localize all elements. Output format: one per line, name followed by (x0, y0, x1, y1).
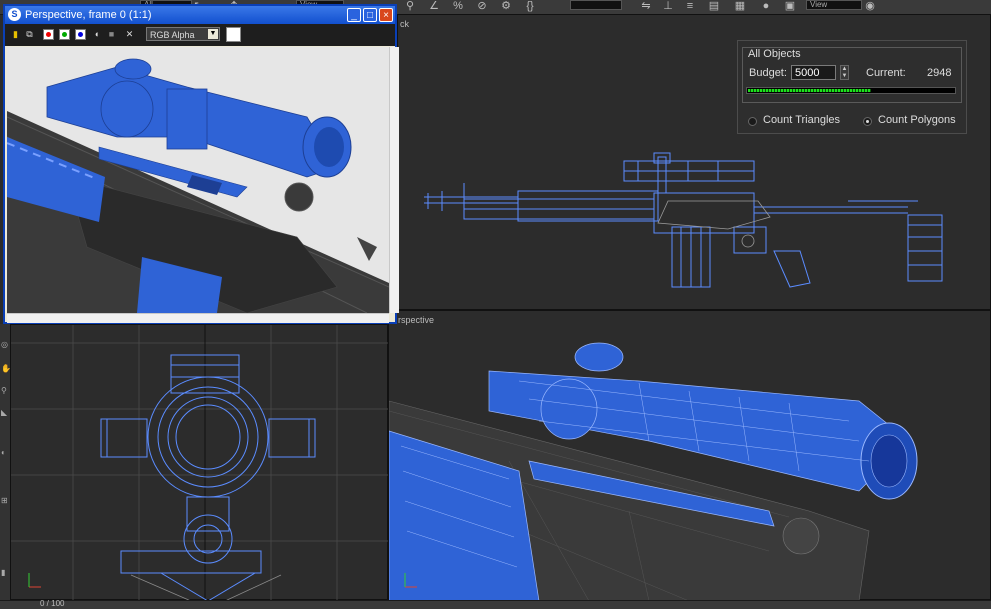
scope-wireframe-front (11, 325, 389, 601)
time-slider-readout[interactable]: 0 / 100 (40, 599, 64, 608)
polygon-counter-panel: All Objects Budget: 5000 ▲ ▼ Current: 294… (737, 40, 967, 134)
curve-editor-icon[interactable]: ▤ (706, 0, 722, 12)
clear-icon[interactable]: ✕ (124, 29, 135, 40)
pan-icon[interactable]: ✋ (1, 364, 11, 374)
color-swatch[interactable] (226, 27, 241, 42)
render-view-dropdown[interactable]: View (806, 0, 862, 10)
count-polygons-label[interactable]: Count Polygons (878, 114, 956, 126)
align-icon[interactable]: ⊥ (660, 0, 676, 12)
viewport-front[interactable] (10, 324, 389, 601)
chevron-down-icon[interactable]: ▼ (208, 29, 218, 39)
polygon-budget-fill (748, 89, 871, 92)
3ds-max-icon: S (8, 8, 21, 21)
render-icon[interactable]: ◉ (862, 0, 878, 12)
channel-value: RGB Alpha (150, 30, 195, 40)
blue-channel-icon[interactable] (75, 29, 86, 40)
clone-icon[interactable]: ⧉ (24, 29, 35, 40)
window-titlebar[interactable]: S Perspective, frame 0 (1:1) _ □ × (5, 6, 395, 24)
polygon-budget-bar (746, 87, 956, 94)
window-title: Perspective, frame 0 (1:1) (25, 9, 152, 21)
left-command-strip: ◎ ✋ ⚲ ◣ ◐ ⊞ ▮ (0, 324, 11, 608)
material-editor-icon[interactable]: ● (758, 0, 774, 12)
rifle-shaded-perspective (389, 342, 918, 601)
rendered-frame-window[interactable]: S Perspective, frame 0 (1:1) _ □ × ▮ ⧉ ◐… (3, 4, 399, 324)
schematic-view-icon[interactable]: ▦ (732, 0, 748, 12)
maximize-button[interactable]: □ (363, 8, 377, 22)
count-polygons-radio[interactable] (863, 117, 872, 126)
orbit-icon[interactable]: ◎ (1, 340, 9, 350)
red-channel-icon[interactable] (43, 29, 54, 40)
count-triangles-radio[interactable] (748, 117, 757, 126)
horizontal-scrollbar[interactable] (7, 313, 389, 323)
rifle-render-closeup (7, 47, 389, 313)
curly-brace-icon[interactable]: {} (522, 0, 538, 12)
maximize-viewport-icon[interactable]: ⊞ (1, 496, 9, 506)
render-setup-icon[interactable]: ▣ (782, 0, 798, 12)
alpha-icon[interactable]: ◐ (92, 29, 103, 40)
spinner-snap-icon[interactable]: ⊘ (474, 0, 490, 12)
render-toolbar: ▮ ⧉ ◐ ■ ✕ RGB Alpha ▼ (5, 24, 395, 46)
minimize-button[interactable]: _ (347, 8, 361, 22)
named-selection-dropdown[interactable] (570, 0, 622, 10)
green-channel-icon[interactable] (59, 29, 70, 40)
mirror-icon[interactable]: ⇋ (638, 0, 654, 12)
vertical-scrollbar[interactable] (389, 47, 399, 313)
budget-input[interactable]: 5000 (791, 65, 836, 80)
percent-snap-icon[interactable]: % (450, 0, 466, 12)
count-triangles-label[interactable]: Count Triangles (763, 114, 840, 126)
zoom-icon[interactable]: ⚲ (1, 386, 9, 396)
mono-icon[interactable]: ■ (106, 29, 117, 40)
named-selection-icon[interactable]: ⚙ (498, 0, 514, 12)
save-icon[interactable]: ▮ (10, 29, 21, 40)
layer-icon[interactable]: ≡ (682, 0, 698, 12)
close-button[interactable]: × (379, 8, 393, 22)
rendered-image (7, 47, 389, 313)
budget-label: Budget: (749, 67, 787, 79)
fov-icon[interactable]: ◣ (1, 408, 9, 418)
budget-spinner[interactable]: ▲ ▼ (840, 65, 849, 80)
angle-snap-icon[interactable]: ∠ (426, 0, 442, 12)
channel-dropdown[interactable]: RGB Alpha ▼ (146, 27, 220, 41)
viewport-perspective[interactable]: rspective (388, 310, 991, 601)
current-label: Current: (866, 67, 906, 79)
walk-icon[interactable]: ◐ (1, 448, 9, 458)
snap-icon[interactable]: ⚲ (402, 0, 418, 12)
current-value: 2948 (927, 67, 952, 79)
time-icon[interactable]: ▮ (1, 568, 9, 578)
group-label: All Objects (746, 48, 803, 60)
